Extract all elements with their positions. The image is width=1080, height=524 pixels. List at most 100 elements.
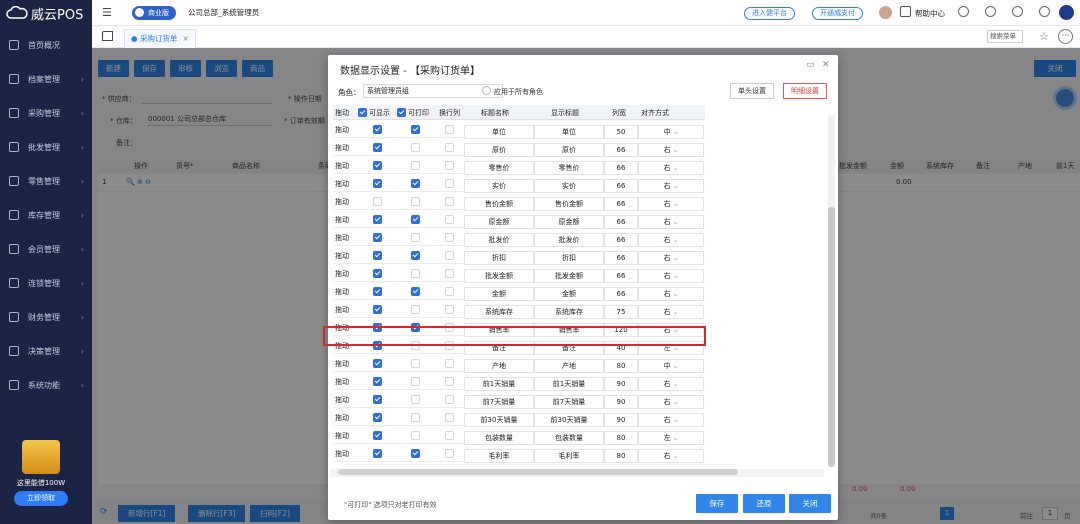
align-select[interactable]: 右 ⌄: [638, 413, 704, 427]
show-checkbox[interactable]: [373, 395, 382, 404]
display-title-input[interactable]: 零售价: [534, 161, 604, 175]
sidebar-item[interactable]: 系统功能 ›: [0, 368, 92, 402]
align-select[interactable]: 右 ⌄: [638, 143, 704, 157]
width-input[interactable]: 66: [604, 269, 638, 283]
align-select[interactable]: 右 ⌄: [638, 287, 704, 301]
width-input[interactable]: 66: [604, 143, 638, 157]
display-title-input[interactable]: 前30天销量: [534, 413, 604, 427]
power-icon[interactable]: [1039, 6, 1050, 17]
display-title-input[interactable]: 原金额: [534, 215, 604, 229]
display-title-input[interactable]: 原价: [534, 143, 604, 157]
print-checkbox[interactable]: [411, 197, 420, 206]
display-title-input[interactable]: 单位: [534, 125, 604, 139]
table-row[interactable]: 拖动 毛利率 毛利率 80 右 ⌄: [333, 444, 705, 463]
width-input[interactable]: 90: [604, 413, 638, 427]
wrap-checkbox[interactable]: [445, 161, 454, 170]
header-settings-button[interactable]: 单头设置: [730, 83, 774, 99]
drag-handle[interactable]: 拖动: [335, 287, 349, 297]
sidebar-item[interactable]: 零售管理 ›: [0, 164, 92, 198]
display-title-input[interactable]: 折扣: [534, 251, 604, 265]
table-row[interactable]: 拖动 系统库存 系统库存 75 右 ⌄: [333, 300, 705, 319]
wrap-checkbox[interactable]: [445, 449, 454, 458]
drag-handle[interactable]: 拖动: [335, 359, 349, 369]
table-row[interactable]: 拖动 批发价 批发价 66 右 ⌄: [333, 228, 705, 247]
display-title-input[interactable]: 系统库存: [534, 305, 604, 319]
tab-purchase-order[interactable]: ● 采购订货单 ×: [124, 29, 196, 48]
show-checkbox[interactable]: [373, 413, 382, 422]
print-checkbox[interactable]: [411, 449, 420, 458]
print-checkbox[interactable]: [411, 359, 420, 368]
width-input[interactable]: 80: [604, 431, 638, 445]
width-input[interactable]: 75: [604, 305, 638, 319]
print-checkbox[interactable]: [411, 395, 420, 404]
print-checkbox[interactable]: [411, 161, 420, 170]
sidebar-item[interactable]: 财务管理 ›: [0, 300, 92, 334]
wrap-checkbox[interactable]: [445, 287, 454, 296]
wrap-checkbox[interactable]: [445, 179, 454, 188]
width-input[interactable]: 66: [604, 197, 638, 211]
sidebar-item[interactable]: 首页概况: [0, 28, 92, 62]
align-select[interactable]: 右 ⌄: [638, 161, 704, 175]
print-checkbox[interactable]: [411, 269, 420, 278]
version-badge[interactable]: 商业版: [132, 5, 176, 20]
brand-avatar-icon[interactable]: [1059, 5, 1074, 20]
wrap-checkbox[interactable]: [445, 305, 454, 314]
show-checkbox[interactable]: [373, 251, 382, 260]
show-checkbox[interactable]: [373, 287, 382, 296]
width-input[interactable]: 66: [604, 179, 638, 193]
table-row[interactable]: 拖动 前1天销量 前1天销量 90 右 ⌄: [333, 372, 705, 391]
width-input[interactable]: 66: [604, 251, 638, 265]
display-title-input[interactable]: 包装数量: [534, 431, 604, 445]
sidebar-item[interactable]: 连锁管理 ›: [0, 266, 92, 300]
print-checkbox[interactable]: [411, 305, 420, 314]
wrap-checkbox[interactable]: [445, 431, 454, 440]
width-input[interactable]: 66: [604, 215, 638, 229]
width-input[interactable]: 66: [604, 233, 638, 247]
close-button[interactable]: 关闭: [789, 494, 831, 513]
drag-handle[interactable]: 拖动: [335, 197, 349, 207]
home-icon[interactable]: [102, 31, 113, 41]
wrap-checkbox[interactable]: [445, 125, 454, 134]
print-checkbox[interactable]: [411, 233, 420, 242]
print-checkbox[interactable]: [411, 413, 420, 422]
promo-claim-button[interactable]: 立即领取: [14, 491, 68, 506]
width-input[interactable]: 50: [604, 125, 638, 139]
sidebar-item[interactable]: 库存管理 ›: [0, 198, 92, 232]
show-checkbox[interactable]: [373, 143, 382, 152]
close-tab-icon[interactable]: ×: [182, 34, 188, 43]
drag-handle[interactable]: 拖动: [335, 125, 349, 135]
print-checkbox[interactable]: [411, 179, 420, 188]
show-checkbox[interactable]: [373, 449, 382, 458]
align-select[interactable]: 右 ⌄: [638, 377, 704, 391]
align-select[interactable]: 右 ⌄: [638, 395, 704, 409]
drag-handle[interactable]: 拖动: [335, 215, 349, 225]
user-avatar[interactable]: [879, 6, 892, 19]
display-title-input[interactable]: 产地: [534, 359, 604, 373]
sidebar-item[interactable]: 采购管理 ›: [0, 96, 92, 130]
sidebar-item[interactable]: 批发管理 ›: [0, 130, 92, 164]
show-checkbox[interactable]: [373, 377, 382, 386]
show-checkbox[interactable]: [373, 269, 382, 278]
sidebar-item[interactable]: 会员管理 ›: [0, 232, 92, 266]
width-input[interactable]: 80: [604, 449, 638, 463]
drag-handle[interactable]: 拖动: [335, 449, 349, 459]
display-title-input[interactable]: 实价: [534, 179, 604, 193]
print-checkbox[interactable]: [411, 125, 420, 134]
print-checkbox[interactable]: [411, 431, 420, 440]
bell-icon[interactable]: [985, 6, 996, 17]
table-row[interactable]: 拖动 实价 实价 66 右 ⌄: [333, 174, 705, 193]
drag-handle[interactable]: 拖动: [335, 431, 349, 441]
apply-all-radio[interactable]: [482, 86, 491, 95]
print-checkbox[interactable]: [411, 287, 420, 296]
horizontal-scroll-thumb[interactable]: [338, 469, 738, 475]
align-select[interactable]: 中 ⌄: [638, 125, 704, 139]
drag-handle[interactable]: 拖动: [335, 395, 349, 405]
display-title-input[interactable]: 金额: [534, 287, 604, 301]
health-platform-button[interactable]: 进入健平台: [744, 7, 795, 20]
wrap-checkbox[interactable]: [445, 197, 454, 206]
align-select[interactable]: 右 ⌄: [638, 215, 704, 229]
show-checkbox[interactable]: [373, 215, 382, 224]
save-button[interactable]: 保存: [696, 494, 738, 513]
align-select[interactable]: 右 ⌄: [638, 269, 704, 283]
show-checkbox[interactable]: [373, 233, 382, 242]
